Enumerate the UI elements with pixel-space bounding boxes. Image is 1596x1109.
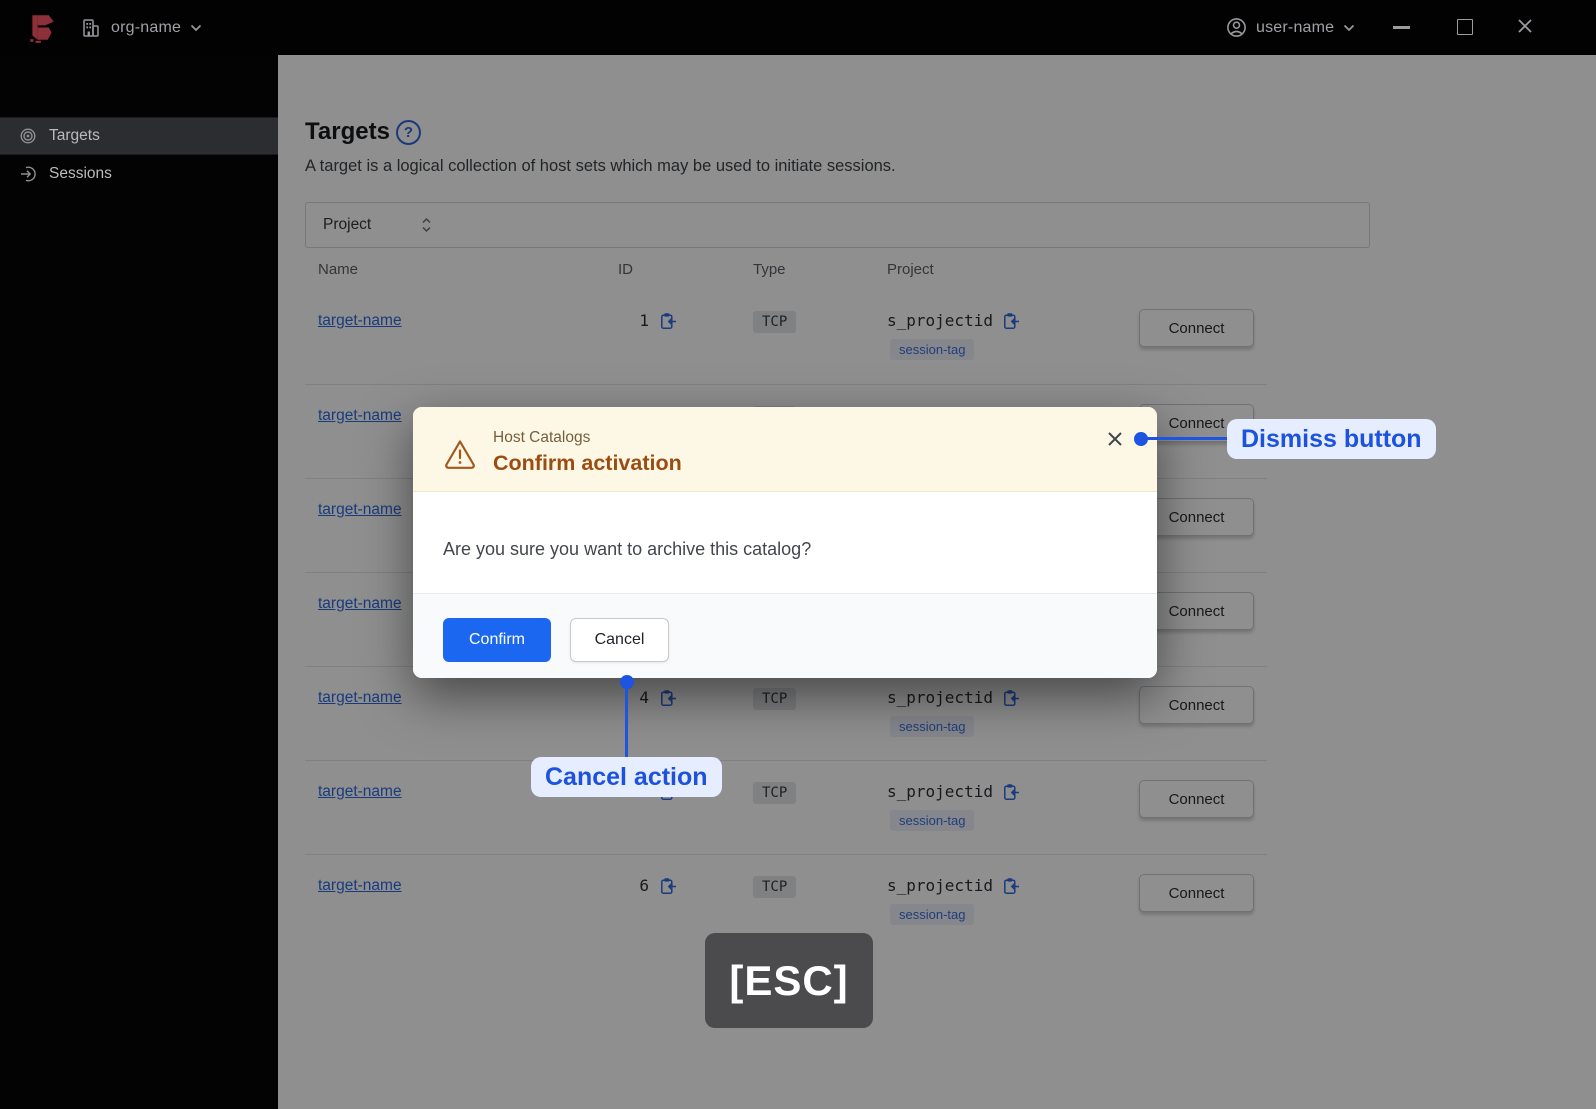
confirm-dialog: Host Catalogs Confirm activation Are you… <box>413 407 1157 678</box>
login-arrow-icon <box>21 166 36 182</box>
cancel-annotation-label: Cancel action <box>531 757 722 797</box>
dialog-message: Are you sure you want to archive this ca… <box>443 539 812 559</box>
org-name-label: org-name <box>111 18 182 36</box>
esc-key-badge: [ESC] <box>705 933 873 1028</box>
building-icon <box>83 18 99 37</box>
user-name-label: user-name <box>1256 18 1335 36</box>
cancel-button[interactable]: Cancel <box>570 618 669 662</box>
dismiss-annotation-label: Dismiss button <box>1227 419 1436 459</box>
sidebar-item-label: Sessions <box>49 165 112 182</box>
window-maximize-button[interactable] <box>1457 19 1473 35</box>
confirm-button[interactable]: Confirm <box>443 618 551 662</box>
chevron-down-icon <box>1344 24 1355 31</box>
close-icon <box>1108 431 1122 446</box>
dialog-header: Host Catalogs Confirm activation <box>413 407 1157 492</box>
sidebar-item-sessions[interactable]: Sessions <box>0 155 278 193</box>
sidebar: Targets Sessions <box>0 55 278 1109</box>
app-window: org-name user-name Targets Sessions Targ… <box>0 0 1596 1109</box>
dialog-eyebrow: Host Catalogs <box>493 429 591 446</box>
sidebar-item-label: Targets <box>49 127 100 144</box>
dialog-dismiss-button[interactable] <box>1103 428 1127 452</box>
dismiss-annotation-line <box>1141 437 1227 440</box>
topbar: org-name user-name <box>0 0 1596 55</box>
user-icon <box>1227 18 1246 37</box>
cancel-annotation-line <box>625 682 628 757</box>
window-close-button[interactable] <box>1514 16 1536 38</box>
dialog-footer: Confirm Cancel <box>413 593 1157 678</box>
target-icon <box>20 128 36 144</box>
boundary-logo-icon <box>30 15 54 43</box>
window-minimize-button[interactable] <box>1393 26 1410 29</box>
sidebar-item-targets[interactable]: Targets <box>0 117 278 155</box>
user-menu[interactable]: user-name <box>1226 0 1355 55</box>
dialog-title: Confirm activation <box>493 451 682 475</box>
org-switcher[interactable]: org-name <box>80 0 202 55</box>
chevron-down-icon <box>190 24 202 31</box>
warning-triangle-icon <box>445 440 475 469</box>
close-icon <box>1518 18 1532 33</box>
